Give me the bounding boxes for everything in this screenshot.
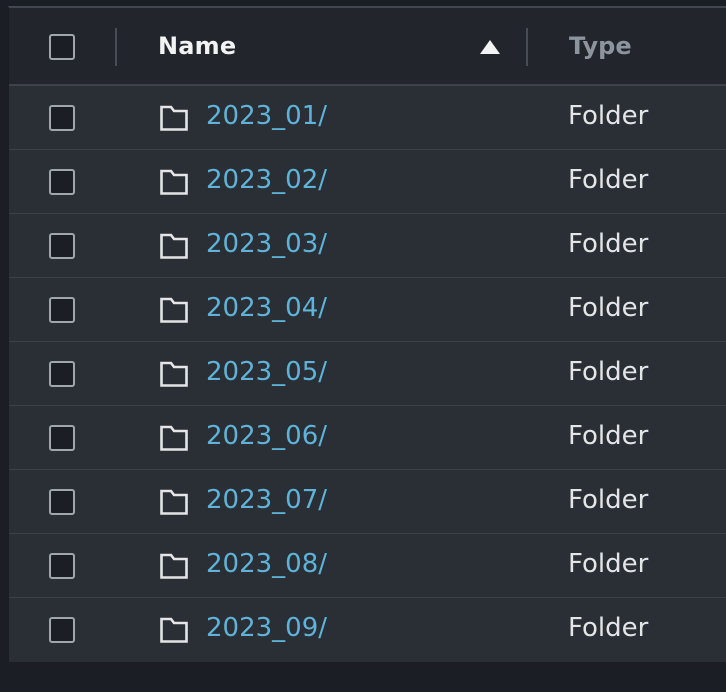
- column-header-type[interactable]: Type: [569, 32, 632, 60]
- type-cell: Folder: [568, 357, 649, 387]
- folder-link[interactable]: 2023_05/: [206, 357, 327, 387]
- table-row[interactable]: 2023_02/ Folder: [9, 150, 726, 214]
- table-body: 2023_01/ Folder 2023_02/ Folder 2023_03/…: [9, 86, 726, 662]
- folder-link[interactable]: 2023_06/: [206, 421, 327, 451]
- type-cell: Folder: [568, 101, 649, 131]
- table-row[interactable]: 2023_04/ Folder: [9, 278, 726, 342]
- type-cell: Folder: [568, 229, 649, 259]
- folder-link[interactable]: 2023_02/: [206, 165, 327, 195]
- row-checkbox[interactable]: [49, 105, 75, 131]
- row-checkbox[interactable]: [49, 425, 75, 451]
- type-cell: Folder: [568, 485, 649, 515]
- column-divider[interactable]: [526, 28, 528, 66]
- folder-link[interactable]: 2023_09/: [206, 613, 327, 643]
- row-checkbox[interactable]: [49, 297, 75, 323]
- type-cell: Folder: [568, 549, 649, 579]
- folder-link[interactable]: 2023_04/: [206, 293, 327, 323]
- row-checkbox[interactable]: [49, 361, 75, 387]
- folder-icon: [160, 169, 188, 195]
- folder-link[interactable]: 2023_08/: [206, 549, 327, 579]
- column-header-name[interactable]: Name: [158, 32, 236, 60]
- type-cell: Folder: [568, 421, 649, 451]
- folder-icon: [160, 105, 188, 131]
- column-divider[interactable]: [115, 28, 117, 66]
- type-cell: Folder: [568, 293, 649, 323]
- folder-icon: [160, 361, 188, 387]
- row-checkbox[interactable]: [49, 553, 75, 579]
- row-checkbox[interactable]: [49, 169, 75, 195]
- table-row[interactable]: 2023_06/ Folder: [9, 406, 726, 470]
- table-row[interactable]: 2023_08/ Folder: [9, 534, 726, 598]
- folder-icon: [160, 617, 188, 643]
- folder-icon: [160, 425, 188, 451]
- table-row[interactable]: 2023_09/ Folder: [9, 598, 726, 662]
- type-cell: Folder: [568, 613, 649, 643]
- type-cell: Folder: [568, 165, 649, 195]
- table-row[interactable]: 2023_05/ Folder: [9, 342, 726, 406]
- row-checkbox[interactable]: [49, 489, 75, 515]
- folder-link[interactable]: 2023_07/: [206, 485, 327, 515]
- folder-icon: [160, 297, 188, 323]
- object-table: Name Type 2023_01/ Folder 2023_02/ Folde…: [8, 6, 726, 662]
- folder-link[interactable]: 2023_01/: [206, 101, 327, 131]
- folder-icon: [160, 553, 188, 579]
- table-row[interactable]: 2023_03/ Folder: [9, 214, 726, 278]
- table-row[interactable]: 2023_07/ Folder: [9, 470, 726, 534]
- select-all-checkbox[interactable]: [49, 34, 75, 60]
- row-checkbox[interactable]: [49, 233, 75, 259]
- row-checkbox[interactable]: [49, 617, 75, 643]
- folder-link[interactable]: 2023_03/: [206, 229, 327, 259]
- sort-ascending-icon[interactable]: [479, 39, 501, 55]
- table-row[interactable]: 2023_01/ Folder: [9, 86, 726, 150]
- folder-icon: [160, 489, 188, 515]
- folder-icon: [160, 233, 188, 259]
- table-header: Name Type: [9, 8, 726, 86]
